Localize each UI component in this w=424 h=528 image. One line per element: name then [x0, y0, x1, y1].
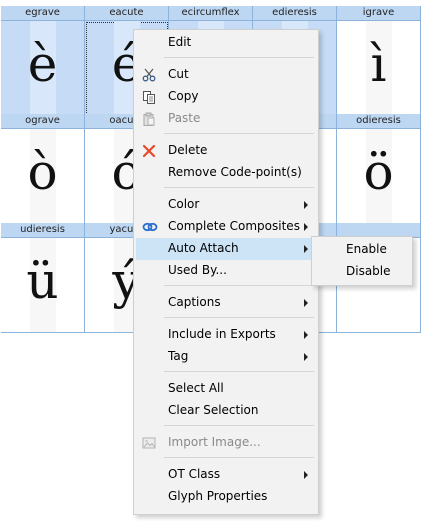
menu-item-used-by[interactable]: Used By...	[136, 260, 316, 282]
glyph-name-label: ograve	[1, 114, 85, 129]
menu-item-label: Glyph Properties	[168, 489, 268, 503]
menu-separator	[164, 317, 314, 318]
submenu-item-enable[interactable]: Enable	[314, 239, 410, 261]
glyph-cell[interactable]: odieresis ö	[337, 114, 421, 224]
menu-item-label: OT Class	[168, 467, 221, 481]
glyph-preview: ì	[337, 21, 421, 116]
menu-item-label: Delete	[168, 143, 208, 157]
menu-item-label: Used By...	[168, 263, 227, 277]
scissors-icon	[142, 68, 156, 82]
submenu-item-label: Enable	[346, 242, 387, 256]
menu-item-label: Select All	[168, 381, 224, 395]
menu-separator	[164, 285, 314, 286]
glyph-char: ö	[363, 143, 394, 201]
glyph-name-label: eacute	[85, 6, 169, 21]
delete-x-icon	[142, 144, 156, 158]
submenu-arrow-icon	[304, 471, 308, 479]
glyph-name-label: egrave	[1, 6, 85, 21]
submenu-item-label: Disable	[346, 264, 391, 278]
menu-item-ot-class[interactable]: OT Class	[136, 464, 316, 486]
submenu-arrow-icon	[304, 201, 308, 209]
glyph-preview: ö	[337, 129, 421, 224]
menu-item-auto-attach[interactable]: Auto Attach	[136, 238, 316, 260]
glyph-cell[interactable]: ograve ò	[1, 114, 85, 224]
submenu-item-disable[interactable]: Disable	[314, 261, 410, 283]
menu-item-label: Auto Attach	[168, 241, 239, 255]
submenu-arrow-icon	[304, 245, 308, 253]
paste-icon	[142, 112, 156, 126]
menu-item-label: Edit	[168, 35, 192, 49]
menu-item-delete[interactable]: Delete	[136, 140, 316, 162]
menu-item-label: Complete Composites	[168, 219, 300, 233]
menu-item-label: Tag	[168, 349, 189, 363]
menu-separator	[164, 425, 314, 426]
menu-item-label: Remove Code-point(s)	[168, 165, 302, 179]
glyph-cell[interactable]: egrave è	[1, 6, 85, 116]
glyph-cell[interactable]: igrave ì	[337, 6, 421, 116]
menu-item-clear-selection[interactable]: Clear Selection	[136, 400, 316, 422]
glyph-name-label: odieresis	[337, 114, 421, 129]
menu-item-include-in-exports[interactable]: Include in Exports	[136, 324, 316, 346]
glyph-char: ü	[26, 252, 59, 310]
menu-item-label: Clear Selection	[168, 403, 259, 417]
menu-separator	[164, 457, 314, 458]
link-icon	[142, 220, 158, 234]
submenu-arrow-icon	[304, 299, 308, 307]
menu-item-label: Captions	[168, 295, 221, 309]
menu-item-cut[interactable]: Cut	[136, 64, 316, 86]
menu-separator	[164, 371, 314, 372]
glyph-name-label: igrave	[337, 6, 421, 21]
copy-icon	[142, 90, 156, 104]
menu-item-edit[interactable]: Edit	[136, 32, 316, 54]
glyph-char: ì	[370, 35, 387, 93]
auto-attach-submenu: Enable Disable	[311, 236, 413, 286]
menu-item-color[interactable]: Color	[136, 194, 316, 216]
glyph-preview: ò	[1, 129, 85, 224]
glyph-preview: ü	[1, 238, 85, 333]
menu-item-tag[interactable]: Tag	[136, 346, 316, 368]
menu-item-captions[interactable]: Captions	[136, 292, 316, 314]
menu-item-label: Include in Exports	[168, 327, 276, 341]
menu-item-select-all[interactable]: Select All	[136, 378, 316, 400]
context-menu: Edit Cut Copy Paste Delete Remove Code-point(…	[133, 29, 319, 515]
menu-item-glyph-properties[interactable]: Glyph Properties	[136, 486, 316, 508]
glyph-char: è	[27, 35, 58, 93]
glyph-name-label: udieresis	[1, 223, 85, 238]
glyph-cell[interactable]: udieresis ü	[1, 223, 85, 333]
image-icon	[142, 436, 156, 450]
glyph-name-label: edieresis	[253, 6, 337, 21]
menu-separator	[164, 57, 314, 58]
menu-separator	[164, 187, 314, 188]
menu-item-label: Copy	[168, 89, 199, 103]
submenu-arrow-icon	[304, 223, 308, 231]
menu-item-remove-code-point-s[interactable]: Remove Code-point(s)	[136, 162, 316, 184]
glyph-char: ò	[27, 143, 58, 201]
menu-item-label: Cut	[168, 67, 189, 81]
menu-item-label: Import Image...	[168, 435, 261, 449]
menu-item-paste[interactable]: Paste	[136, 108, 316, 130]
menu-item-complete-composites[interactable]: Complete Composites	[136, 216, 316, 238]
menu-item-import-image[interactable]: Import Image...	[136, 432, 316, 454]
glyph-preview: è	[1, 21, 85, 116]
menu-item-copy[interactable]: Copy	[136, 86, 316, 108]
submenu-arrow-icon	[304, 353, 308, 361]
submenu-arrow-icon	[304, 331, 308, 339]
glyph-name-label: ecircumflex	[169, 6, 253, 21]
menu-item-label: Paste	[168, 111, 201, 125]
menu-item-label: Color	[168, 197, 200, 211]
menu-separator	[164, 133, 314, 134]
